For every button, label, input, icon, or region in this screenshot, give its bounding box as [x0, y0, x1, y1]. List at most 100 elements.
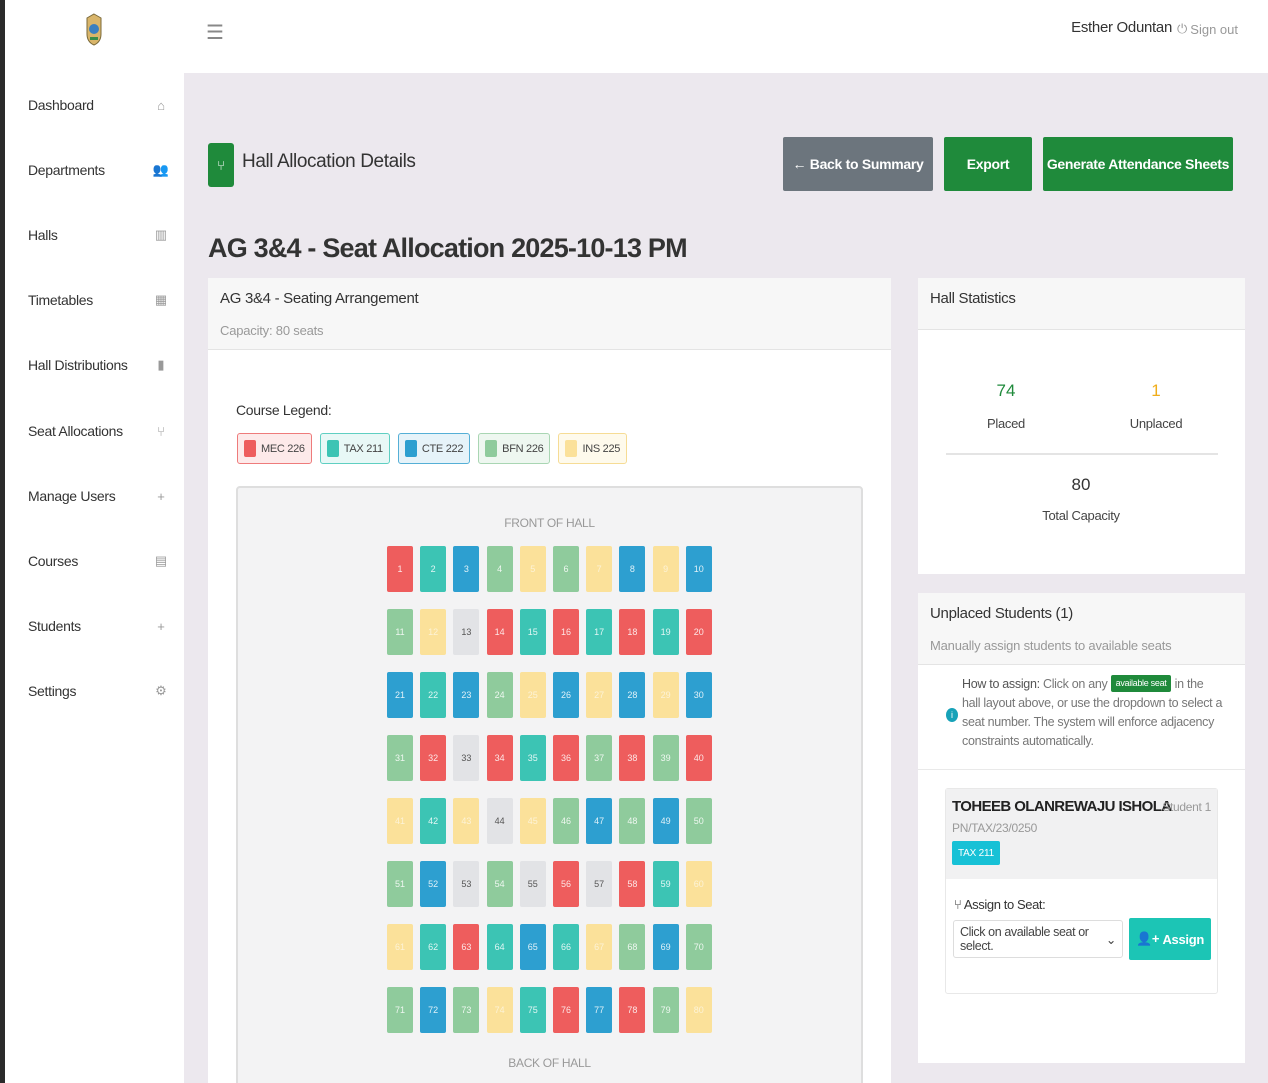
seat[interactable]: 5 [519, 546, 546, 592]
seat[interactable]: 63 [453, 924, 480, 970]
seat[interactable]: 23 [453, 672, 480, 718]
seat-available[interactable]: 13 [453, 609, 480, 655]
seat[interactable]: 34 [486, 735, 513, 781]
generate-attendance-button[interactable]: Generate Attendance Sheets [1043, 137, 1233, 191]
seat[interactable]: 47 [586, 798, 613, 844]
seat[interactable]: 64 [486, 924, 513, 970]
seat[interactable]: 31 [387, 735, 413, 781]
seat[interactable]: 2 [420, 546, 447, 592]
seat[interactable]: 30 [685, 672, 712, 718]
seat[interactable]: 21 [387, 672, 413, 718]
seat[interactable]: 40 [685, 735, 712, 781]
seat[interactable]: 32 [420, 735, 447, 781]
sidebar-item-departments[interactable]: Departments 👥 [28, 158, 169, 182]
seat[interactable]: 16 [553, 609, 579, 655]
seat[interactable]: 66 [553, 924, 579, 970]
seat[interactable]: 18 [619, 609, 646, 655]
menu-toggle-icon[interactable]: ☰ [206, 20, 224, 45]
seat[interactable]: 26 [553, 672, 579, 718]
seat[interactable]: 62 [420, 924, 447, 970]
seat[interactable]: 79 [652, 987, 679, 1033]
seat[interactable]: 6 [553, 546, 579, 592]
seat[interactable]: 35 [519, 735, 546, 781]
seat[interactable]: 71 [387, 987, 413, 1033]
seat[interactable]: 75 [519, 987, 546, 1033]
sidebar-item-students[interactable]: Students + [28, 614, 168, 638]
seat[interactable]: 22 [420, 672, 447, 718]
seat[interactable]: 43 [453, 798, 480, 844]
seat[interactable]: 39 [652, 735, 679, 781]
seat[interactable]: 14 [486, 609, 513, 655]
seat[interactable]: 15 [519, 609, 546, 655]
seat[interactable]: 25 [519, 672, 546, 718]
seat[interactable]: 11 [387, 609, 413, 655]
seat-available[interactable]: 33 [453, 735, 480, 781]
sidebar-item-halls[interactable]: Halls ▥ [28, 223, 168, 247]
seat[interactable]: 68 [619, 924, 646, 970]
seat[interactable]: 19 [652, 609, 679, 655]
sidebar-item-hall-distributions[interactable]: Hall Distributions ▮ [28, 353, 168, 377]
seat[interactable]: 42 [420, 798, 447, 844]
seat[interactable]: 10 [685, 546, 712, 592]
signout-link[interactable]: ⏻ Sign out [1177, 21, 1238, 37]
seat[interactable]: 3 [453, 546, 480, 592]
seat[interactable]: 41 [387, 798, 413, 844]
seat[interactable]: 20 [685, 609, 712, 655]
seat[interactable]: 80 [685, 987, 712, 1033]
seat[interactable]: 24 [486, 672, 513, 718]
seat[interactable]: 59 [652, 861, 679, 907]
chair-icon: ⑂ [157, 423, 165, 439]
stats-header: Hall Statistics [918, 278, 1245, 330]
seat[interactable]: 51 [387, 861, 413, 907]
seat[interactable]: 28 [619, 672, 646, 718]
seat[interactable]: 46 [553, 798, 579, 844]
seat-available[interactable]: 53 [453, 861, 480, 907]
sidebar-item-seat-allocations[interactable]: Seat Allocations ⑂ [28, 419, 168, 443]
sidebar-item-settings[interactable]: Settings ⚙ [28, 679, 168, 703]
seat[interactable]: 72 [420, 987, 447, 1033]
sidebar-item-dashboard[interactable]: Dashboard ⌂ [28, 93, 168, 117]
seat[interactable]: 45 [519, 798, 546, 844]
seat[interactable]: 52 [420, 861, 447, 907]
seat[interactable]: 8 [619, 546, 646, 592]
seat[interactable]: 76 [553, 987, 579, 1033]
user-name[interactable]: Esther Oduntan [1071, 19, 1172, 36]
seat[interactable]: 27 [586, 672, 613, 718]
seat[interactable]: 73 [453, 987, 480, 1033]
seat[interactable]: 77 [586, 987, 613, 1033]
seat[interactable]: 74 [486, 987, 513, 1033]
seat[interactable]: 61 [387, 924, 413, 970]
back-to-summary-button[interactable]: ← Back to Summary [783, 137, 933, 191]
seat[interactable]: 4 [486, 546, 513, 592]
seat[interactable]: 50 [685, 798, 712, 844]
seat[interactable]: 7 [586, 546, 613, 592]
seat[interactable]: 37 [586, 735, 613, 781]
seat[interactable]: 60 [685, 861, 712, 907]
seat[interactable]: 17 [586, 609, 613, 655]
seat[interactable]: 36 [553, 735, 579, 781]
seat-available[interactable]: 44 [486, 798, 513, 844]
seat[interactable]: 70 [685, 924, 712, 970]
export-button[interactable]: Export [944, 137, 1032, 191]
seat[interactable]: 9 [652, 546, 679, 592]
seat[interactable]: 67 [586, 924, 613, 970]
seat[interactable]: 1 [387, 546, 413, 592]
seat[interactable]: 29 [652, 672, 679, 718]
seat-available[interactable]: 57 [586, 861, 613, 907]
seat[interactable]: 56 [553, 861, 579, 907]
sidebar-item-timetables[interactable]: Timetables ▦ [28, 288, 168, 312]
seat[interactable]: 54 [486, 861, 513, 907]
seat[interactable]: 38 [619, 735, 646, 781]
seat[interactable]: 58 [619, 861, 646, 907]
seat[interactable]: 69 [652, 924, 679, 970]
seat[interactable]: 48 [619, 798, 646, 844]
seat-available[interactable]: 55 [519, 861, 546, 907]
assign-button[interactable]: 👤+ Assign [1129, 918, 1211, 960]
sidebar-item-courses[interactable]: Courses ▤ [28, 549, 168, 573]
sidebar-item-manage-users[interactable]: Manage Users + [28, 484, 168, 508]
seat[interactable]: 78 [619, 987, 646, 1033]
seat-select[interactable]: Click on available seat or select. ⌄ [953, 920, 1123, 958]
seat[interactable]: 12 [420, 609, 447, 655]
seat[interactable]: 49 [652, 798, 679, 844]
seat[interactable]: 65 [519, 924, 546, 970]
